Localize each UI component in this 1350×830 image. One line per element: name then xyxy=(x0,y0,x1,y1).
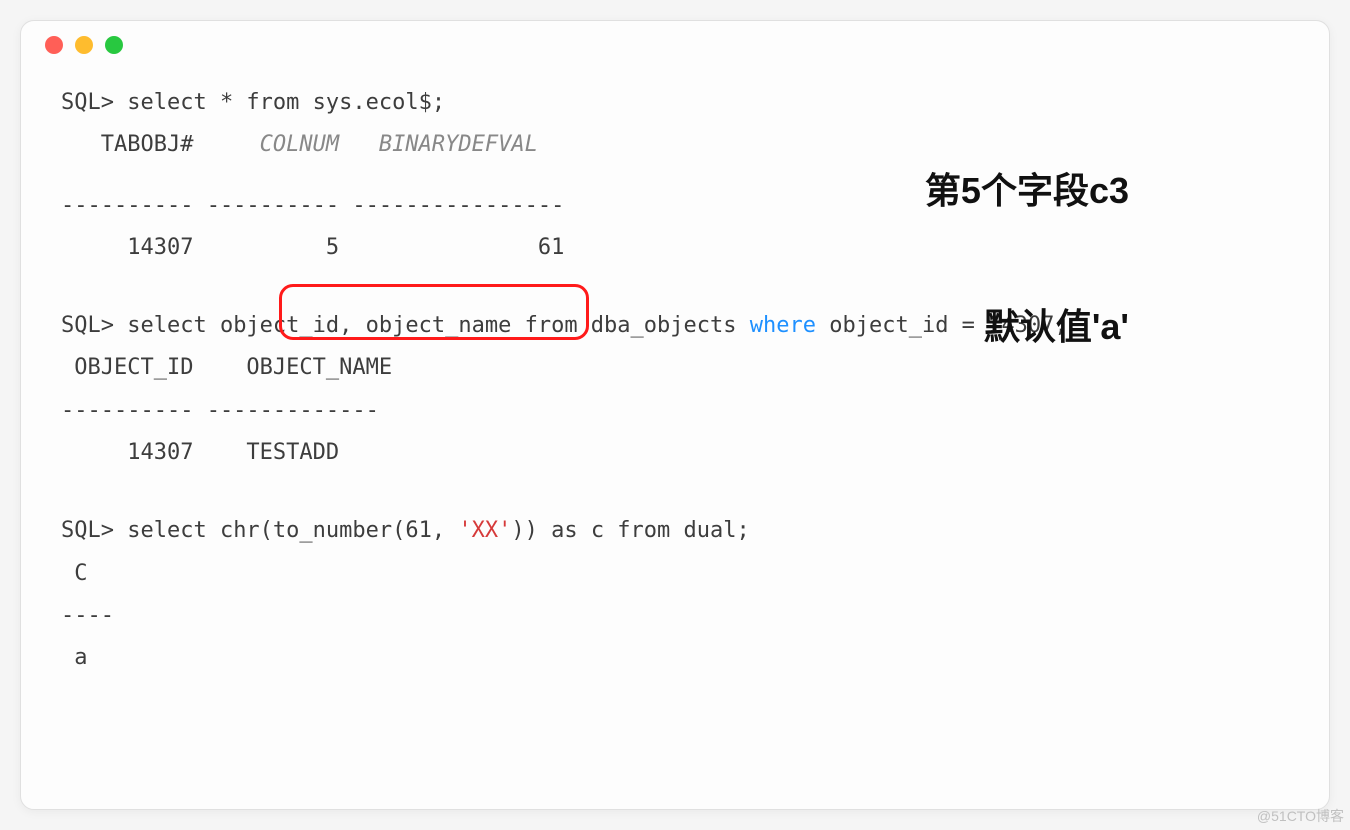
cell-colnum: 5 xyxy=(193,235,339,260)
result-row: 14307 5 61 xyxy=(61,230,1289,266)
sql-line: SQL> select chr(to_number(61, 'XX')) as … xyxy=(61,513,1289,549)
sql-text: select object_id, object_name from dba_o… xyxy=(114,313,750,338)
result-header: C xyxy=(61,556,1289,592)
close-icon[interactable] xyxy=(45,36,63,54)
watermark: @51CTO博客 xyxy=(1257,806,1344,826)
col-header: TABOBJ# xyxy=(61,132,193,157)
cell-bindefval: 61 xyxy=(339,235,564,260)
result-header: TABOBJ# COLNUM BINARYDEFVAL xyxy=(61,127,1289,163)
window-titlebar xyxy=(21,21,1329,69)
terminal-window: SQL> select * from sys.ecol$; TABOBJ# CO… xyxy=(20,20,1330,810)
col-header-italic: COLNUM xyxy=(193,132,339,157)
result-row: a xyxy=(61,640,1289,676)
annotation-default: 默认值'a' xyxy=(984,297,1129,356)
sql-prompt: SQL> xyxy=(61,313,114,338)
result-row: 14307 TESTADD xyxy=(61,435,1289,471)
maximize-icon[interactable] xyxy=(105,36,123,54)
cell-tabobj: 14307 xyxy=(61,235,193,260)
sql-prompt: SQL> xyxy=(61,90,114,115)
sql-statement: select * from sys.ecol$; xyxy=(114,90,445,115)
terminal-content: SQL> select * from sys.ecol$; TABOBJ# CO… xyxy=(21,69,1329,697)
result-divider: ---- xyxy=(61,598,1289,634)
result-divider: ---------- ------------- xyxy=(61,393,1289,429)
annotation-field: 第5个字段c3 xyxy=(925,161,1129,220)
sql-keyword: where xyxy=(750,313,816,338)
col-header-italic: BINARYDEFVAL xyxy=(339,132,538,157)
sql-text: )) as c from dual; xyxy=(511,518,749,543)
sql-prompt: SQL> xyxy=(61,518,114,543)
sql-string: 'XX' xyxy=(458,518,511,543)
sql-text: select chr(to_number(61, xyxy=(114,518,458,543)
sql-line: SQL> select * from sys.ecol$; xyxy=(61,85,1289,121)
minimize-icon[interactable] xyxy=(75,36,93,54)
